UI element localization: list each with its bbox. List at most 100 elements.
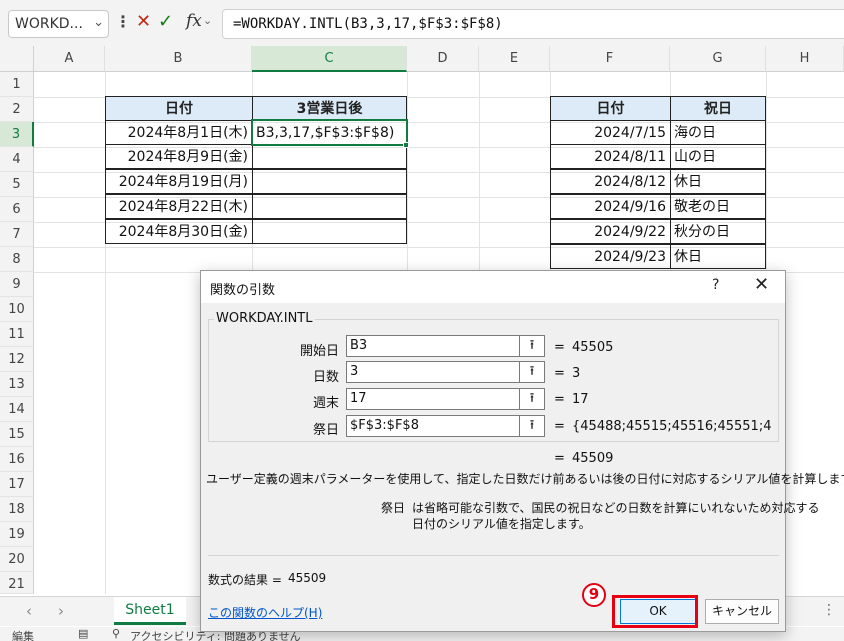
more-vertical-icon[interactable]: ⋮ <box>822 602 836 618</box>
column-header-c[interactable]: C <box>252 46 407 72</box>
name-box[interactable]: WORKD... ⌄ <box>8 10 109 38</box>
collapse-dialog-icon[interactable]: ⭱ <box>519 388 545 410</box>
cancel-entry-icon[interactable]: ✕ <box>136 11 151 32</box>
arg-label-start-date: 開始日 <box>299 344 339 359</box>
row-header[interactable]: 14 <box>0 397 34 422</box>
column-header-g[interactable]: G <box>670 46 766 72</box>
row-header[interactable]: 4 <box>0 147 34 172</box>
row-header[interactable]: 2 <box>0 97 34 122</box>
arg-result-weekend: 17 <box>572 392 589 407</box>
table1-date-cell[interactable]: 2024年8月9日(金) <box>105 144 253 169</box>
step-number-badge: 9 <box>582 583 606 607</box>
collapse-dialog-icon[interactable]: ⭱ <box>519 361 545 383</box>
divider <box>208 555 779 556</box>
chevron-right-icon[interactable]: › <box>58 602 64 620</box>
sheet-stats-icon[interactable]: ▤ <box>78 627 88 640</box>
close-icon[interactable]: ✕ <box>754 274 769 295</box>
arg-input-holidays[interactable]: $F$3:$F$8 <box>346 415 526 437</box>
table2-date-cell[interactable]: 2024/9/23 <box>550 244 671 269</box>
row-header[interactable]: 11 <box>0 322 34 347</box>
row-header[interactable]: 20 <box>0 547 34 572</box>
row-header[interactable]: 13 <box>0 372 34 397</box>
table2-header-holiday[interactable]: 祝日 <box>670 96 766 121</box>
table1-result-cell[interactable] <box>252 219 407 244</box>
row-header[interactable]: 6 <box>0 197 34 222</box>
table2-holiday-cell[interactable]: 山の日 <box>670 144 766 169</box>
table2-holiday-cell[interactable]: 休日 <box>670 244 766 269</box>
row-header[interactable]: 7 <box>0 222 34 247</box>
table1-result-cell[interactable] <box>252 194 407 219</box>
cancel-button[interactable]: キャンセル <box>705 599 779 624</box>
row-header[interactable]: 5 <box>0 172 34 197</box>
table2-holiday-cell[interactable]: 敬老の日 <box>670 194 766 219</box>
arg-input-days[interactable]: 3 <box>346 361 526 383</box>
row-header[interactable]: 18 <box>0 497 34 522</box>
row-header[interactable]: 12 <box>0 347 34 372</box>
chevron-down-icon[interactable]: ⌄ <box>93 15 104 30</box>
column-header-b[interactable]: B <box>105 46 252 72</box>
table2-holiday-cell[interactable]: 海の日 <box>670 120 766 145</box>
param-name: 祭日 <box>381 501 406 515</box>
param-description-line2: 日付のシリアル値を指定します。 <box>412 517 591 531</box>
formula-text: =WORKDAY.INTL(B3,3,17,$F$3:$F$8) <box>233 16 503 32</box>
more-vertical-icon[interactable]: ⋮ <box>115 12 131 31</box>
function-arguments-dialog: 関数の引数 ? ✕ WORKDAY.INTL 開始日 B3 ⭱ = 45505 … <box>200 270 844 632</box>
row-header[interactable]: 8 <box>0 247 34 272</box>
collapse-dialog-icon[interactable]: ⭱ <box>519 335 545 357</box>
confirm-entry-icon[interactable]: ✓ <box>158 11 173 32</box>
table2-date-cell[interactable]: 2024/7/15 <box>550 120 671 145</box>
table1-date-cell[interactable]: 2024年8月1日(木) <box>105 120 253 145</box>
column-header-a[interactable]: A <box>34 46 105 72</box>
function-description: ユーザー定義の週末パラメーターを使用して、指定した日数だけ前あるいは後の日付に対… <box>206 472 844 486</box>
table1-date-cell[interactable]: 2024年8月19日(月) <box>105 169 253 194</box>
sheet-tab-sheet1[interactable]: Sheet1 <box>114 597 186 625</box>
arg-result-start-date: 45505 <box>572 340 614 355</box>
status-mode: 編集 <box>12 630 34 641</box>
row-header[interactable]: 10 <box>0 297 34 322</box>
table1-header-result[interactable]: 3営業日後 <box>252 96 407 121</box>
insert-function-icon[interactable]: fx <box>186 11 202 31</box>
column-header-f[interactable]: F <box>550 46 670 72</box>
formula-input[interactable]: =WORKDAY.INTL(B3,3,17,$F$3:$F$8) <box>222 9 844 39</box>
row-header[interactable]: 16 <box>0 447 34 472</box>
arg-equals: = <box>554 392 565 407</box>
table1-result-cell[interactable] <box>252 144 407 169</box>
arg-label-weekend: 週末 <box>312 396 339 411</box>
row-header[interactable]: 3 <box>0 122 34 147</box>
accessibility-icon[interactable]: ⚲ <box>112 627 120 640</box>
row-header[interactable]: 19 <box>0 522 34 547</box>
table1-header-date[interactable]: 日付 <box>105 96 253 121</box>
chevron-down-icon[interactable]: ⌄ <box>203 14 212 27</box>
row-header[interactable]: 9 <box>0 272 34 297</box>
arg-result-holidays: {45488;45515;45516;45551;45557 <box>572 419 772 434</box>
table2-date-cell[interactable]: 2024/8/11 <box>550 144 671 169</box>
table2-date-cell[interactable]: 2024/9/22 <box>550 219 671 244</box>
arg-label-days: 日数 <box>312 370 339 385</box>
row-header[interactable]: 21 <box>0 572 34 594</box>
row-header[interactable]: 15 <box>0 422 34 447</box>
table2-date-cell[interactable]: 2024/9/16 <box>550 194 671 219</box>
table1-result-cell[interactable] <box>252 169 407 194</box>
table1-date-cell[interactable]: 2024年8月30日(金) <box>105 219 253 244</box>
arg-result-days: 3 <box>572 366 581 381</box>
arg-input-weekend[interactable]: 17 <box>346 388 526 410</box>
dialog-title-bar[interactable]: 関数の引数 ? ✕ <box>201 271 785 303</box>
chevron-left-icon[interactable]: ‹ <box>26 602 32 620</box>
table2-holiday-cell[interactable]: 休日 <box>670 169 766 194</box>
table2-holiday-cell[interactable]: 秋分の日 <box>670 219 766 244</box>
column-header-d[interactable]: D <box>407 46 479 72</box>
table1-date-cell[interactable]: 2024年8月22日(木) <box>105 194 253 219</box>
function-help-link[interactable]: この関数のヘルプ(H) <box>208 604 322 621</box>
select-all-corner[interactable] <box>0 46 34 72</box>
arg-input-start-date[interactable]: B3 <box>346 335 526 357</box>
help-icon[interactable]: ? <box>712 277 719 293</box>
column-header-e[interactable]: E <box>479 46 550 72</box>
fill-handle[interactable] <box>403 142 409 148</box>
row-header[interactable]: 17 <box>0 472 34 497</box>
formula-result-label: 数式の結果 = <box>208 573 282 587</box>
column-header-h[interactable]: H <box>766 46 844 72</box>
collapse-dialog-icon[interactable]: ⭱ <box>519 415 545 437</box>
table2-header-date[interactable]: 日付 <box>550 96 671 121</box>
row-header[interactable]: 1 <box>0 72 34 97</box>
table2-date-cell[interactable]: 2024/8/12 <box>550 169 671 194</box>
